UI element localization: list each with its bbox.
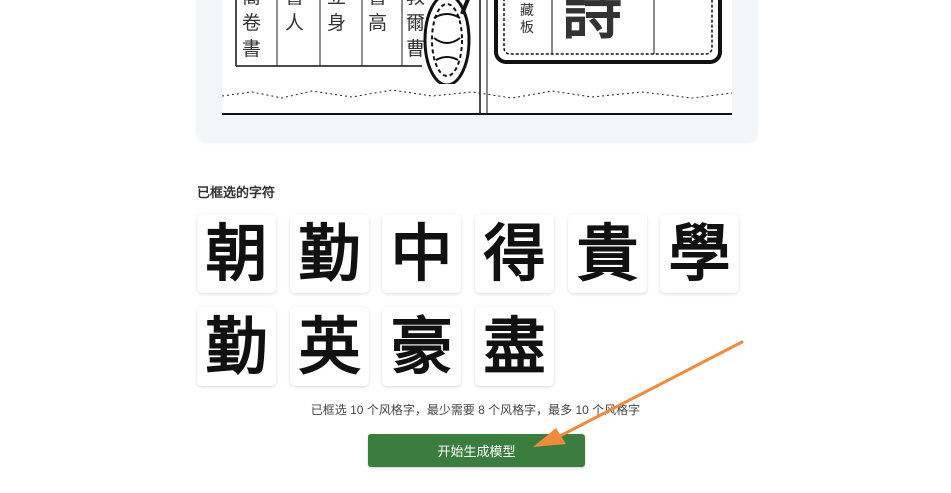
scan-right-small-column: 齋 藏 板	[520, 0, 534, 37]
char-tile[interactable]: 朝	[197, 214, 276, 293]
scan-column-2: 書 人	[285, 0, 304, 36]
char-glyph: 貴	[576, 216, 639, 290]
scan-char: 矞	[242, 0, 261, 10]
char-tile[interactable]: 得	[475, 214, 554, 293]
char-glyph: 中	[390, 216, 453, 290]
scan-char: 高	[368, 12, 388, 34]
char-glyph: 勤	[205, 309, 268, 383]
scan-char: 曹	[406, 38, 426, 60]
scan-column-3: 立 身	[327, 0, 346, 36]
char-glyph: 朝	[205, 216, 268, 290]
scan-char: 身	[327, 12, 347, 34]
char-tile[interactable]: 中	[382, 214, 461, 293]
selection-status-text: 已框选 10 个风格字，最少需要 8 个风格字，最多 10 个风格字	[310, 403, 641, 417]
char-glyph: 英	[298, 309, 361, 383]
char-tile[interactable]: 貴	[568, 214, 647, 293]
char-tile[interactable]: 勤	[197, 307, 276, 386]
char-glyph: 豪	[390, 309, 453, 383]
scan-char: 板	[520, 20, 534, 36]
start-generate-model-button[interactable]: 开始生成模型	[368, 434, 585, 467]
document-preview-card: 矞 卷 書 書 人 立 身 書 高 教 爾 曹 齋 藏 板	[197, 0, 757, 141]
char-tile[interactable]: 英	[290, 307, 369, 386]
scan-column-4: 書 高	[368, 0, 387, 36]
char-glyph: 學	[668, 216, 731, 290]
scan-char: 書	[285, 0, 304, 10]
char-glyph: 得	[483, 216, 546, 290]
char-tile[interactable]: 學	[660, 214, 739, 293]
scan-char: 卷	[242, 12, 262, 34]
scan-char: 人	[285, 12, 305, 34]
scan-char: 書	[242, 38, 262, 60]
scanned-book-image: 矞 卷 書 書 人 立 身 書 高 教 爾 曹 齋 藏 板	[222, 0, 732, 115]
char-glyph: 勤	[298, 216, 361, 290]
scan-char: 教	[406, 0, 425, 10]
scan-char: 書	[368, 0, 387, 10]
char-tile[interactable]: 盡	[475, 307, 554, 386]
char-tile[interactable]: 豪	[382, 307, 461, 386]
scan-char: 立	[327, 0, 346, 10]
scan-column-1: 矞 卷 書	[242, 0, 261, 62]
char-glyph: 盡	[483, 309, 546, 383]
scan-column-5: 教 爾 曹	[406, 0, 425, 62]
char-tile[interactable]: 勤	[290, 214, 369, 293]
scan-char: 爾	[406, 12, 426, 34]
scan-title-char: 詩	[562, 0, 622, 48]
selected-characters-title: 已框选的字符	[197, 185, 276, 200]
scan-char: 藏	[520, 3, 534, 19]
